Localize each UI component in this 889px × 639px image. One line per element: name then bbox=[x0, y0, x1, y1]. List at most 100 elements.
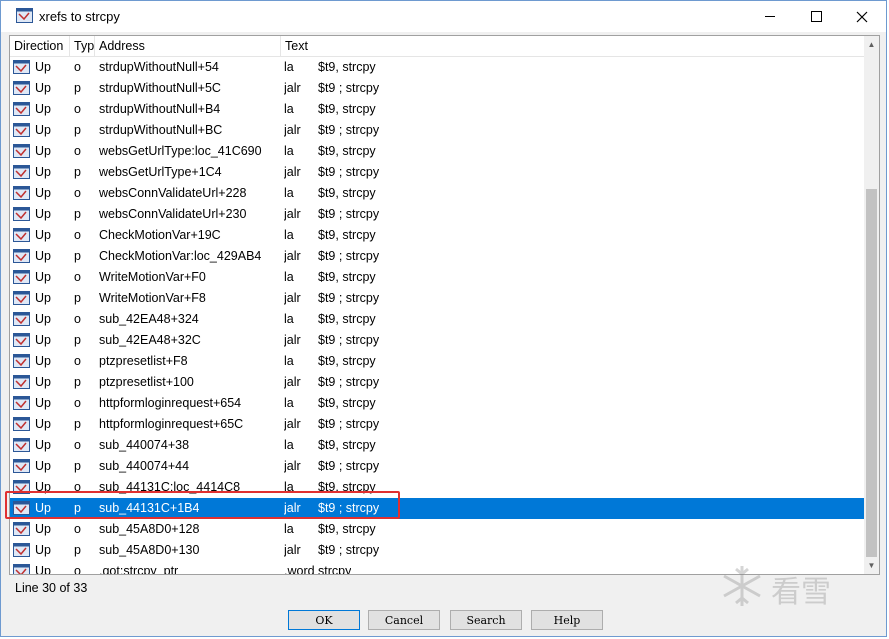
table-row[interactable]: Up p CheckMotionVar:loc_429AB4 jalr $t9 ; st… bbox=[10, 246, 866, 267]
row-address: WriteMotionVar+F8 bbox=[99, 291, 206, 305]
table-row[interactable]: Up p httpformloginrequest+65C jalr $t9 ; str… bbox=[10, 414, 866, 435]
row-direction: Up bbox=[35, 354, 51, 368]
row-address: sub_440074+38 bbox=[99, 438, 190, 452]
row-address: websGetUrlType:loc_41C690 bbox=[99, 144, 262, 158]
row-text-op: la bbox=[284, 102, 294, 116]
row-address: sub_42EA48+32C bbox=[99, 333, 201, 347]
table-row[interactable]: Up o websConnValidateUrl+228 la $t9, strcpy bbox=[10, 183, 866, 204]
row-type: p bbox=[74, 291, 81, 305]
row-text-arg: $t9, strcpy bbox=[318, 312, 376, 326]
help-button[interactable]: Help bbox=[531, 610, 603, 630]
xref-row-icon bbox=[13, 123, 30, 137]
xref-row-icon bbox=[13, 165, 30, 179]
table-row[interactable]: Up o websGetUrlType:loc_41C690 la $t9, strcp… bbox=[10, 141, 866, 162]
row-type: o bbox=[74, 270, 81, 284]
table-row[interactable]: Up o httpformloginrequest+654 la $t9, strcpy bbox=[10, 393, 866, 414]
row-text-op: jalr bbox=[284, 543, 301, 557]
row-text-arg: $t9 ; strcpy bbox=[318, 165, 380, 179]
maximize-button[interactable] bbox=[793, 1, 839, 32]
row-type: o bbox=[74, 354, 81, 368]
column-header-address[interactable]: Address bbox=[95, 36, 281, 56]
row-type: p bbox=[74, 123, 81, 137]
table-row[interactable]: Up o sub_45A8D0+128 la $t9, strcpy bbox=[10, 519, 866, 540]
column-header-type[interactable]: Typ bbox=[70, 36, 95, 56]
column-header-direction[interactable]: Direction bbox=[10, 36, 70, 56]
row-address: strdupWithoutNull+54 bbox=[99, 60, 219, 74]
row-text-arg: $t9, strcpy bbox=[318, 270, 376, 284]
row-text-op: la bbox=[284, 312, 294, 326]
row-address: websGetUrlType+1C4 bbox=[99, 165, 222, 179]
maximize-icon bbox=[810, 11, 822, 22]
minimize-icon bbox=[765, 16, 775, 17]
row-text-op: jalr bbox=[284, 375, 301, 389]
row-text-arg: $t9 ; strcpy bbox=[318, 375, 380, 389]
row-type: o bbox=[74, 564, 81, 575]
table-row[interactable]: Up o strdupWithoutNull+B4 la $t9, strcpy bbox=[10, 99, 866, 120]
row-text-arg: $t9 ; strcpy bbox=[318, 249, 380, 263]
search-button[interactable]: Search bbox=[450, 610, 522, 630]
table-row[interactable]: Up o sub_42EA48+324 la $t9, strcpy bbox=[10, 309, 866, 330]
row-address: httpformloginrequest+65C bbox=[99, 417, 244, 431]
table-row[interactable]: Up p sub_45A8D0+130 jalr $t9 ; strcpy bbox=[10, 540, 866, 561]
title-bar[interactable]: xrefs to strcpy bbox=[1, 1, 886, 32]
close-button[interactable] bbox=[839, 1, 885, 32]
row-type: o bbox=[74, 60, 81, 74]
xrefs-dialog: xrefs to strcpy Direction Typ Address Te… bbox=[0, 0, 887, 637]
row-type: o bbox=[74, 312, 81, 326]
table-row[interactable]: Up p websConnValidateUrl+230 jalr $t9 ; strc… bbox=[10, 204, 866, 225]
xref-row-icon bbox=[13, 102, 30, 116]
ok-button[interactable]: OK bbox=[288, 610, 360, 630]
cancel-button[interactable]: Cancel bbox=[368, 610, 440, 630]
scroll-up-arrow-icon[interactable]: ▲ bbox=[864, 36, 879, 53]
row-text-op: .word bbox=[284, 564, 315, 575]
row-type: o bbox=[74, 186, 81, 200]
row-direction: Up bbox=[35, 396, 51, 410]
table-row[interactable]: Up p sub_440074+44 jalr $t9 ; strcpy bbox=[10, 456, 866, 477]
row-direction: Up bbox=[35, 165, 51, 179]
ida-app-icon bbox=[16, 8, 33, 23]
row-text-op: la bbox=[284, 270, 294, 284]
row-text-arg: $t9 ; strcpy bbox=[318, 123, 380, 137]
row-address: sub_45A8D0+128 bbox=[99, 522, 200, 536]
xref-row-icon bbox=[13, 144, 30, 158]
row-type: p bbox=[74, 543, 81, 557]
table-row[interactable]: Up o WriteMotionVar+F0 la $t9, strcpy bbox=[10, 267, 866, 288]
row-type: p bbox=[74, 207, 81, 221]
table-row[interactable]: Up p sub_42EA48+32C jalr $t9 ; strcpy bbox=[10, 330, 866, 351]
close-icon bbox=[856, 11, 868, 22]
xref-row-icon bbox=[13, 60, 30, 74]
row-address: sub_45A8D0+130 bbox=[99, 543, 200, 557]
xref-row-icon bbox=[13, 459, 30, 473]
row-text-arg: $t9, strcpy bbox=[318, 186, 376, 200]
scrollbar-thumb[interactable] bbox=[866, 189, 877, 557]
row-text-op: jalr bbox=[284, 417, 301, 431]
row-address: strdupWithoutNull+B4 bbox=[99, 102, 221, 116]
row-text-op: jalr bbox=[284, 459, 301, 473]
row-text-arg: $t9 ; strcpy bbox=[318, 81, 380, 95]
table-row[interactable]: Up o CheckMotionVar+19C la $t9, strcpy bbox=[10, 225, 866, 246]
table-row[interactable]: Up o strdupWithoutNull+54 la $t9, strcpy bbox=[10, 57, 866, 78]
row-address: CheckMotionVar:loc_429AB4 bbox=[99, 249, 262, 263]
row-direction: Up bbox=[35, 522, 51, 536]
xref-row-icon bbox=[13, 438, 30, 452]
table-row[interactable]: Up p WriteMotionVar+F8 jalr $t9 ; strcpy bbox=[10, 288, 866, 309]
row-text-arg: $t9, strcpy bbox=[318, 228, 376, 242]
minimize-button[interactable] bbox=[747, 1, 793, 32]
table-row[interactable]: Up o sub_440074+38 la $t9, strcpy bbox=[10, 435, 866, 456]
table-row[interactable]: Up p strdupWithoutNull+5C jalr $t9 ; strcpy bbox=[10, 78, 866, 99]
row-text-arg: $t9, strcpy bbox=[318, 522, 376, 536]
table-row[interactable]: Up p websGetUrlType+1C4 jalr $t9 ; strcpy bbox=[10, 162, 866, 183]
row-type: p bbox=[74, 81, 81, 95]
table-row[interactable]: Up o ptzpresetlist+F8 la $t9, strcpy bbox=[10, 351, 866, 372]
xref-row-icon bbox=[13, 186, 30, 200]
row-text-arg: strcpy bbox=[318, 564, 352, 575]
vertical-scrollbar[interactable]: ▲ ▼ bbox=[864, 36, 879, 574]
row-text-arg: $t9, strcpy bbox=[318, 354, 376, 368]
xref-row-icon bbox=[13, 417, 30, 431]
xref-row-icon bbox=[13, 564, 30, 574]
column-header-text[interactable]: Text bbox=[281, 36, 866, 56]
table-row[interactable]: Up p ptzpresetlist+100 jalr $t9 ; strcpy bbox=[10, 372, 866, 393]
table-row[interactable]: Up p strdupWithoutNull+BC jalr $t9 ; strcpy bbox=[10, 120, 866, 141]
row-type: p bbox=[74, 375, 81, 389]
row-text-arg: $t9 ; strcpy bbox=[318, 417, 380, 431]
